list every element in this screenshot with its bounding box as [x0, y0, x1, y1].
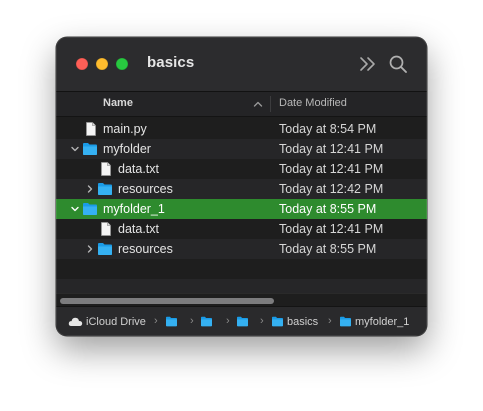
column-divider[interactable]: [270, 96, 271, 112]
folder-icon: [237, 316, 248, 327]
list-item[interactable]: resources Today at 12:42 PM: [56, 179, 427, 199]
zoom-button[interactable]: [116, 58, 128, 70]
list-item[interactable]: main.py Today at 8:54 PM: [56, 119, 427, 139]
path-item-label: myfolder_1: [355, 316, 410, 328]
disclosure-expanded-icon[interactable]: [70, 144, 80, 154]
empty-row: [56, 259, 427, 279]
path-item-basics[interactable]: basics: [271, 316, 318, 330]
document-icon: [86, 122, 96, 136]
column-date-header[interactable]: Date Modified: [279, 97, 347, 109]
path-item-label: basics: [287, 316, 319, 328]
chevron-more-icon[interactable]: [357, 53, 379, 75]
path-item-folder[interactable]: [236, 316, 252, 330]
scrollbar-thumb[interactable]: [60, 298, 274, 304]
cloud-icon: [68, 317, 83, 326]
path-item-label: iCloud Drive: [86, 316, 146, 328]
list-item[interactable]: resources Today at 8:55 PM: [56, 239, 427, 259]
folder-icon: [98, 183, 112, 195]
file-date: Today at 8:55 PM: [279, 242, 377, 256]
path-item-folder[interactable]: [165, 316, 181, 330]
disclosure-collapsed-icon[interactable]: [85, 184, 95, 194]
folder-icon: [83, 143, 97, 155]
finder-window: basics Name Date Modified main.py Today …: [56, 37, 427, 336]
file-date: Today at 12:41 PM: [279, 162, 384, 176]
file-date: Today at 12:41 PM: [279, 222, 384, 236]
disclosure-collapsed-icon[interactable]: [85, 244, 95, 254]
path-separator: ›: [190, 315, 194, 327]
sort-ascending-icon[interactable]: [252, 98, 264, 110]
folder-name: myfolder: [103, 142, 151, 156]
close-button[interactable]: [76, 58, 88, 70]
file-list: main.py Today at 8:54 PM myfolder Today …: [56, 117, 427, 299]
minimize-button[interactable]: [96, 58, 108, 70]
file-date: Today at 8:54 PM: [279, 122, 377, 136]
document-icon: [101, 162, 111, 176]
window-title: basics: [147, 54, 195, 71]
path-separator: ›: [154, 315, 158, 327]
path-item-folder[interactable]: [200, 316, 216, 330]
file-name: data.txt: [118, 162, 159, 176]
toolbar: basics: [56, 37, 427, 92]
path-separator: ›: [226, 315, 230, 327]
list-item[interactable]: myfolder Today at 12:41 PM: [56, 139, 427, 159]
file-name: data.txt: [118, 222, 159, 236]
file-name: main.py: [103, 122, 147, 136]
list-item[interactable]: data.txt Today at 12:41 PM: [56, 219, 427, 239]
file-date: Today at 8:55 PM: [279, 202, 377, 216]
path-bar: iCloud Drive › › › › basics › myfolder_1: [56, 306, 427, 336]
folder-icon: [83, 203, 97, 215]
folder-icon: [98, 243, 112, 255]
path-separator: ›: [260, 315, 264, 327]
search-icon[interactable]: [387, 53, 409, 75]
folder-name: resources: [118, 242, 173, 256]
folder-icon: [201, 316, 212, 327]
column-header: Name Date Modified: [56, 92, 427, 117]
folder-icon: [166, 316, 177, 327]
disclosure-expanded-icon[interactable]: [70, 204, 80, 214]
folder-name: myfolder_1: [103, 202, 165, 216]
path-separator: ›: [328, 315, 332, 327]
file-date: Today at 12:42 PM: [279, 182, 384, 196]
file-date: Today at 12:41 PM: [279, 142, 384, 156]
list-item-selected[interactable]: myfolder_1 Today at 8:55 PM: [56, 199, 427, 219]
path-item-myfolder-1[interactable]: myfolder_1: [339, 316, 409, 330]
folder-icon: [340, 316, 351, 327]
document-icon: [101, 222, 111, 236]
folder-icon: [272, 316, 283, 327]
path-item-icloud-drive[interactable]: iCloud Drive: [68, 316, 146, 330]
column-name-header[interactable]: Name: [103, 97, 133, 109]
list-item[interactable]: data.txt Today at 12:41 PM: [56, 159, 427, 179]
horizontal-scrollbar[interactable]: [56, 293, 427, 306]
folder-name: resources: [118, 182, 173, 196]
